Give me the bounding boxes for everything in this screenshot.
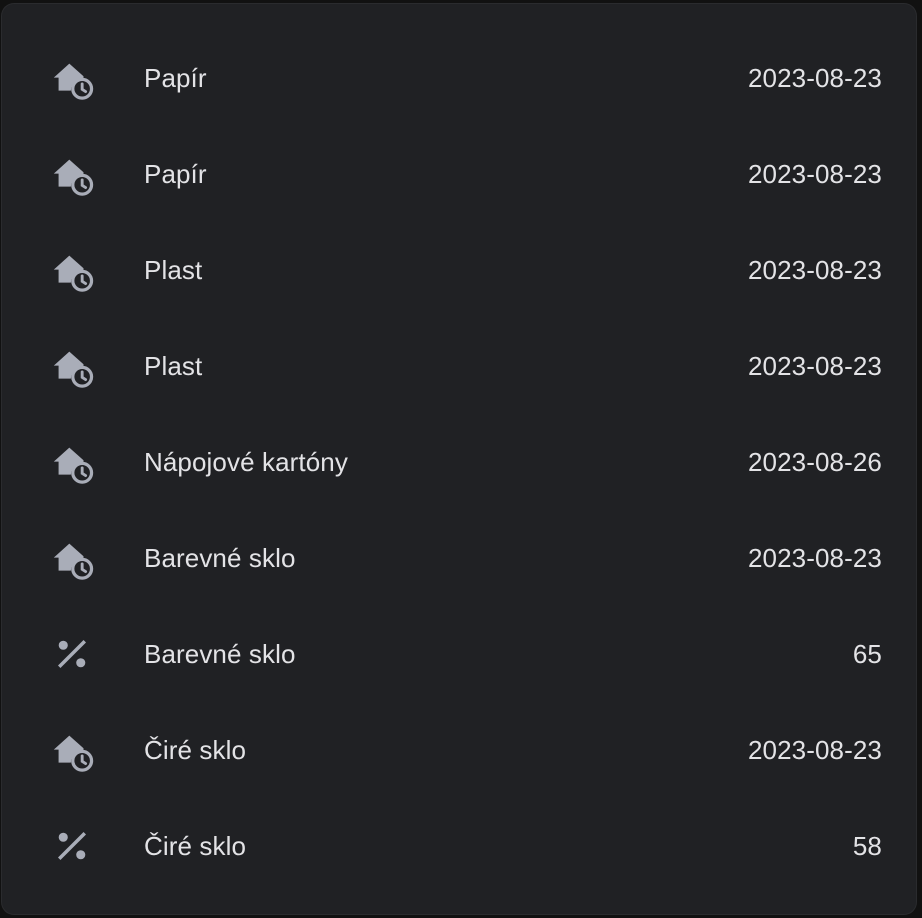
entity-value: 2023-08-23 xyxy=(748,254,882,285)
entity-name: Čiré sklo xyxy=(144,734,247,765)
home-clock-icon xyxy=(48,54,96,102)
entity-value: 58 xyxy=(852,830,882,861)
entity-name: Plast xyxy=(144,350,203,381)
percent-icon xyxy=(48,822,96,870)
entity-value: 2023-08-23 xyxy=(748,350,882,381)
home-clock-icon xyxy=(48,534,96,582)
entity-row[interactable]: Barevné sklo 65 xyxy=(2,606,916,702)
home-clock-icon xyxy=(48,342,96,390)
entity-name: Barevné sklo xyxy=(144,542,296,573)
entity-row[interactable]: Čiré sklo 2023-08-23 xyxy=(2,702,916,798)
home-clock-icon xyxy=(48,150,96,198)
entity-row[interactable]: Plast 2023-08-23 xyxy=(2,318,916,414)
home-clock-icon xyxy=(48,726,96,774)
entity-name: Papír xyxy=(144,158,207,189)
entity-value: 2023-08-23 xyxy=(748,158,882,189)
entity-row[interactable]: Papír 2023-08-23 xyxy=(2,126,916,222)
entity-value: 2023-08-23 xyxy=(748,62,882,93)
entity-row[interactable]: Plast 2023-08-23 xyxy=(2,222,916,318)
entity-value: 2023-08-23 xyxy=(748,542,882,573)
entity-name: Nápojové kartóny xyxy=(144,446,348,477)
entity-row[interactable]: Nápojové kartóny 2023-08-26 xyxy=(2,414,916,510)
home-clock-icon xyxy=(48,438,96,486)
entity-row[interactable]: Papír 2023-08-23 xyxy=(2,30,916,126)
home-clock-icon xyxy=(48,246,96,294)
entity-name: Papír xyxy=(144,62,207,93)
entity-name: Barevné sklo xyxy=(144,638,296,669)
entity-row[interactable]: Čiré sklo 58 xyxy=(2,798,916,894)
entity-value: 65 xyxy=(852,638,882,669)
entity-row[interactable]: Barevné sklo 2023-08-23 xyxy=(2,510,916,606)
entity-value: 2023-08-23 xyxy=(748,734,882,765)
entities-card: Papír 2023-08-23 Papír 2023-08-23 Plast … xyxy=(2,4,916,914)
entity-name: Plast xyxy=(144,254,203,285)
entity-name: Čiré sklo xyxy=(144,830,247,861)
percent-icon xyxy=(48,630,96,678)
entity-value: 2023-08-26 xyxy=(748,446,882,477)
